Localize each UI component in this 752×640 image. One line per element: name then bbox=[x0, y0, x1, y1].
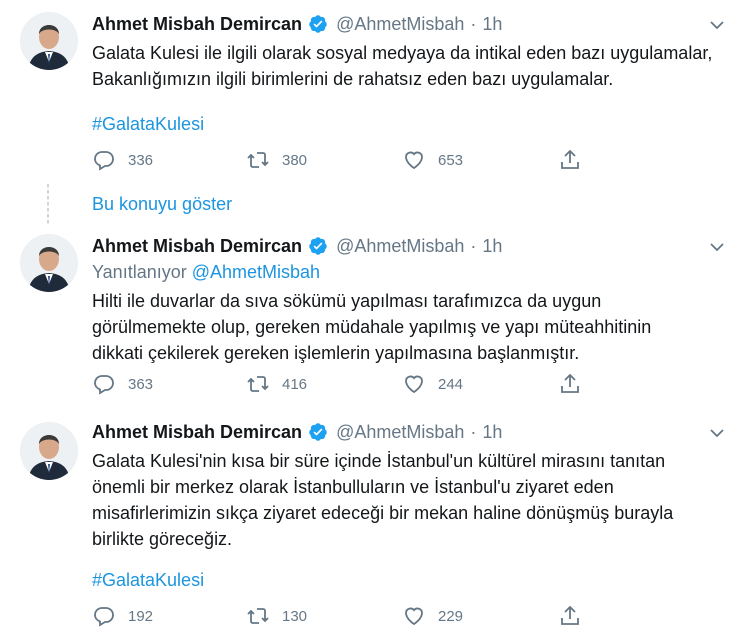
verified-badge-icon bbox=[308, 14, 328, 34]
retweet-icon bbox=[247, 608, 269, 624]
author-handle[interactable]: @AhmetMisbah bbox=[336, 422, 464, 443]
avatar[interactable] bbox=[20, 12, 78, 70]
share-button[interactable] bbox=[558, 148, 582, 172]
hashtag-link[interactable]: #GalataKulesi bbox=[92, 114, 204, 135]
chevron-down-icon[interactable] bbox=[708, 424, 726, 442]
reply-icon bbox=[94, 607, 114, 627]
tweet-header: Ahmet Misbah Demircan @AhmetMisbah · 1h bbox=[92, 420, 502, 444]
tweet-text: Galata Kulesi'nin kısa bir süre içinde İ… bbox=[92, 451, 674, 549]
heart-icon bbox=[405, 375, 423, 394]
like-button[interactable]: 244 bbox=[402, 372, 463, 396]
tweet[interactable]: Ahmet Misbah Demircan @AhmetMisbah · 1h … bbox=[0, 412, 752, 640]
hashtag-link[interactable]: #GalataKulesi bbox=[92, 570, 204, 591]
share-button[interactable] bbox=[558, 372, 582, 396]
avatar-portrait-icon bbox=[20, 234, 78, 292]
reply-icon bbox=[94, 151, 114, 171]
avatar-portrait-icon bbox=[20, 12, 78, 70]
heart-icon bbox=[405, 607, 423, 626]
reply-count: 363 bbox=[128, 375, 154, 393]
reply-count: 336 bbox=[128, 151, 154, 169]
verified-badge-icon bbox=[308, 236, 328, 256]
verified-badge-icon bbox=[308, 422, 328, 442]
author-name[interactable]: Ahmet Misbah Demircan bbox=[92, 236, 302, 257]
retweet-icon bbox=[247, 152, 269, 168]
share-icon bbox=[561, 373, 579, 393]
share-icon bbox=[561, 605, 579, 625]
reply-button[interactable]: 363 bbox=[92, 372, 153, 396]
author-handle[interactable]: @AhmetMisbah bbox=[336, 14, 464, 35]
reply-count: 192 bbox=[128, 607, 154, 625]
like-button[interactable]: 229 bbox=[402, 604, 463, 628]
tweet-text: Hilti ile duvarlar da sıva sökümü yapılm… bbox=[92, 291, 652, 363]
retweet-button[interactable]: 380 bbox=[246, 148, 307, 172]
share-button[interactable] bbox=[558, 604, 582, 628]
avatar-portrait-icon bbox=[20, 422, 78, 480]
avatar[interactable] bbox=[20, 422, 78, 480]
retweet-button[interactable]: 130 bbox=[246, 604, 307, 628]
like-count: 244 bbox=[438, 375, 464, 393]
heart-icon bbox=[405, 151, 423, 170]
retweet-count: 416 bbox=[282, 375, 308, 393]
share-icon bbox=[561, 149, 579, 169]
tweet-actions: 363 416 244 bbox=[92, 372, 592, 396]
timestamp[interactable]: 1h bbox=[482, 422, 502, 443]
thread-connector-dotted bbox=[47, 184, 49, 224]
separator-dot: · bbox=[470, 13, 477, 34]
like-count: 653 bbox=[438, 151, 464, 169]
reply-button[interactable]: 192 bbox=[92, 604, 153, 628]
tweet[interactable]: Ahmet Misbah Demircan @AhmetMisbah · 1h … bbox=[0, 0, 752, 180]
tweet-header: Ahmet Misbah Demircan @AhmetMisbah · 1h bbox=[92, 12, 502, 36]
avatar[interactable] bbox=[20, 234, 78, 292]
separator-dot: · bbox=[470, 235, 477, 256]
timestamp[interactable]: 1h bbox=[482, 14, 502, 35]
tweet[interactable]: Ahmet Misbah Demircan @AhmetMisbah · 1h … bbox=[0, 224, 752, 420]
like-count: 229 bbox=[438, 607, 464, 625]
like-button[interactable]: 653 bbox=[402, 148, 463, 172]
tweet-text: Galata Kulesi ile ilgili olarak sosyal m… bbox=[92, 43, 713, 89]
chevron-down-icon[interactable] bbox=[708, 238, 726, 256]
reply-icon bbox=[94, 375, 114, 395]
separator-dot: · bbox=[470, 421, 477, 442]
reply-button[interactable]: 336 bbox=[92, 148, 153, 172]
retweet-icon bbox=[247, 376, 269, 392]
show-thread-link[interactable]: Bu konuyu göster bbox=[92, 194, 232, 215]
tweet-actions: 336 380 653 bbox=[92, 148, 592, 172]
retweet-button[interactable]: 416 bbox=[246, 372, 307, 396]
chevron-down-icon[interactable] bbox=[708, 16, 726, 34]
retweet-count: 130 bbox=[282, 607, 308, 625]
author-name[interactable]: Ahmet Misbah Demircan bbox=[92, 14, 302, 35]
tweet-header: Ahmet Misbah Demircan @AhmetMisbah · 1h bbox=[92, 234, 502, 258]
author-handle[interactable]: @AhmetMisbah bbox=[336, 236, 464, 257]
replying-prefix: Yanıtlanıyor bbox=[92, 262, 187, 282]
replying-to: Yanıtlanıyor @AhmetMisbah bbox=[92, 262, 320, 283]
author-name[interactable]: Ahmet Misbah Demircan bbox=[92, 422, 302, 443]
timestamp[interactable]: 1h bbox=[482, 236, 502, 257]
tweet-actions: 192 130 229 bbox=[92, 604, 592, 628]
replying-to-handle-link[interactable]: @AhmetMisbah bbox=[192, 262, 320, 282]
retweet-count: 380 bbox=[282, 151, 308, 169]
